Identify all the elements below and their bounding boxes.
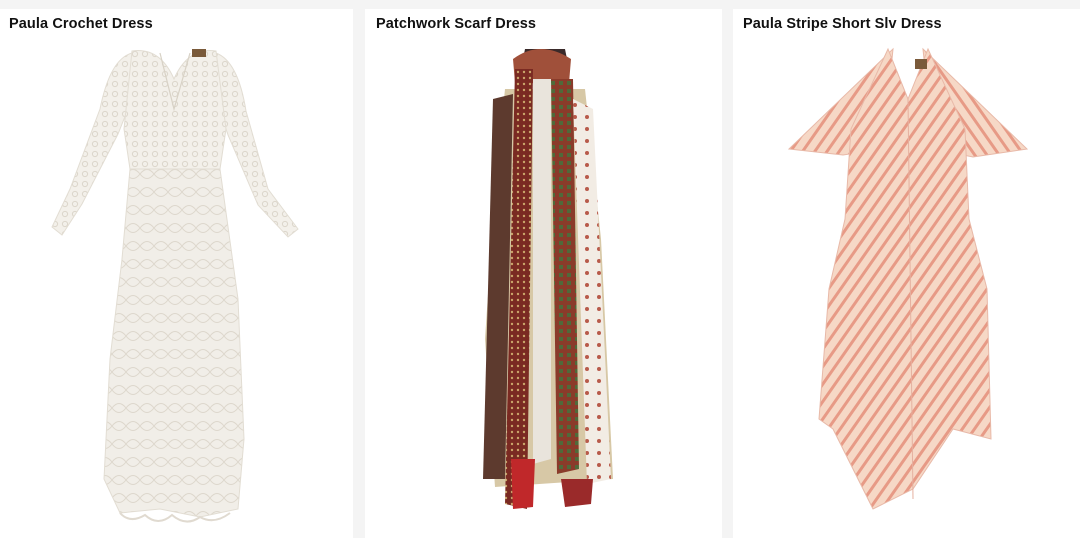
product-title[interactable]: Paula Crochet Dress bbox=[9, 16, 347, 32]
product-image[interactable] bbox=[365, 39, 722, 538]
white-crochet-dress-illustration bbox=[51, 49, 299, 523]
product-card[interactable]: Paula Crochet Dress bbox=[0, 9, 353, 538]
patchwork-scarf-dress-illustration bbox=[483, 49, 613, 509]
product-image[interactable] bbox=[0, 39, 353, 538]
pink-stripe-dress-illustration bbox=[787, 47, 1029, 510]
product-card[interactable]: Paula Stripe Short Slv Dress bbox=[733, 9, 1080, 538]
product-grid: Paula Crochet Dress Patchwork Scarf Dres… bbox=[0, 0, 1080, 538]
product-title[interactable]: Patchwork Scarf Dress bbox=[376, 16, 716, 32]
product-title[interactable]: Paula Stripe Short Slv Dress bbox=[743, 16, 1074, 32]
product-image[interactable] bbox=[733, 39, 1080, 538]
product-card[interactable]: Patchwork Scarf Dress bbox=[365, 9, 722, 538]
